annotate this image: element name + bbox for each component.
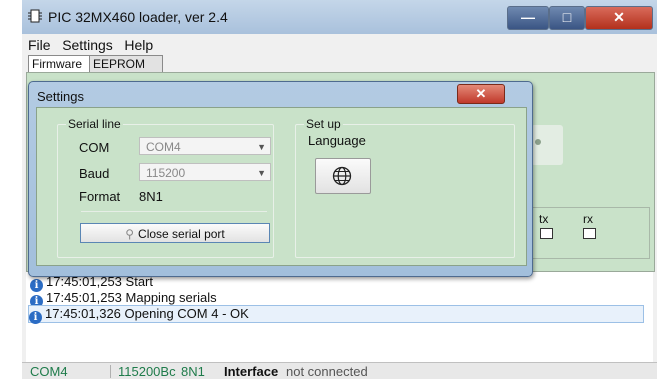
title-bar[interactable]: PIC 32MX460 loader, ver 2.4 — □ ✕ — [22, 0, 657, 34]
menu-file[interactable]: File — [22, 37, 53, 53]
chip-pin1-dot — [535, 139, 541, 145]
log-entry: i 17:45:01,253 Mapping serials — [30, 290, 217, 308]
plug-icon: ⚲ — [125, 227, 135, 241]
status-format: 8N1 — [181, 364, 205, 379]
rx-led — [583, 228, 596, 239]
status-interface-label: Interface — [224, 364, 279, 379]
chevron-down-icon: ▼ — [257, 168, 266, 178]
baud-label: Baud — [79, 166, 110, 181]
tx-led — [540, 228, 553, 239]
tx-label: tx — [539, 212, 549, 226]
rx-label: rx — [583, 212, 593, 226]
settings-dialog: Settings ✕ Serial line COM COM4 ▼ Baud 1… — [28, 81, 533, 277]
format-value: 8N1 — [139, 189, 163, 204]
window-title: PIC 32MX460 loader, ver 2.4 — [48, 9, 228, 25]
chip-app-icon — [28, 9, 42, 23]
info-icon: i — [29, 311, 42, 324]
baud-select[interactable]: 115200 ▼ — [139, 163, 271, 181]
setup-title: Set up — [304, 117, 343, 131]
globe-icon — [332, 166, 352, 186]
background-edge — [0, 0, 22, 379]
minimize-button[interactable]: — — [507, 6, 549, 30]
dialog-body: Serial line COM COM4 ▼ Baud 115200 ▼ For… — [36, 107, 527, 266]
menu-help[interactable]: Help — [118, 37, 155, 53]
close-serial-port-button[interactable]: ⚲ Close serial port — [80, 223, 270, 243]
com-label: COM — [79, 140, 110, 155]
close-window-button[interactable]: ✕ — [585, 6, 653, 30]
format-label: Format — [79, 189, 121, 204]
status-bar: COM4 115200Bc 8N1 Interface not connecte… — [22, 362, 657, 379]
menu-settings[interactable]: Settings — [56, 37, 115, 53]
language-label: Language — [308, 133, 366, 148]
chevron-down-icon: ▼ — [257, 142, 266, 152]
dialog-title: Settings — [37, 89, 84, 104]
log-list[interactable]: i 17:45:01,253 Start i 17:45:01,253 Mappin… — [26, 272, 653, 362]
divider — [81, 211, 267, 212]
tab-firmware[interactable]: Firmware — [28, 55, 90, 72]
log-entry-selected[interactable]: i 17:45:01,326 Opening COM 4 - OK — [28, 305, 644, 324]
tx-rx-indicator-group: tx rx — [526, 207, 650, 259]
status-baud: 115200Bc — [118, 364, 176, 379]
com-select[interactable]: COM4 ▼ — [139, 137, 271, 155]
status-interface-state: not connected — [286, 364, 368, 379]
menu-bar: File Settings Help — [22, 37, 155, 55]
dialog-close-button[interactable]: ✕ — [457, 84, 505, 104]
language-button[interactable] — [315, 158, 371, 194]
tab-eeprom[interactable]: EEPROM — [89, 55, 163, 72]
chip-illustration — [531, 125, 563, 165]
status-port: COM4 — [30, 364, 68, 379]
maximize-button[interactable]: □ — [549, 6, 585, 30]
status-divider — [110, 365, 111, 378]
serial-line-title: Serial line — [66, 117, 123, 131]
